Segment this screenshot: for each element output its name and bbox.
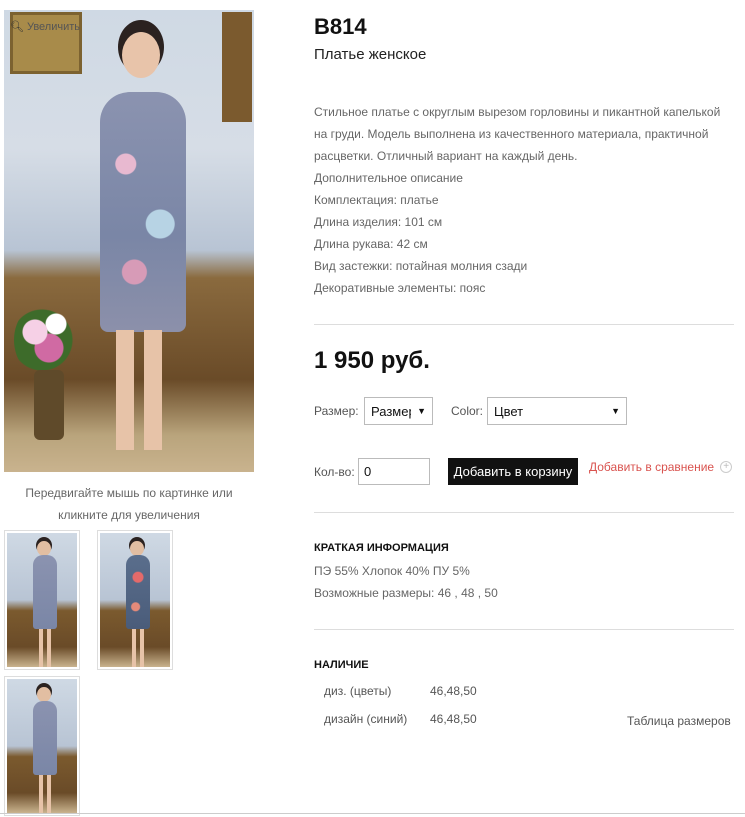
product-subtitle: Платье женское (314, 46, 427, 63)
flower-bouquet (14, 300, 84, 380)
color-label: Color: (451, 404, 484, 418)
composition: ПЭ 55% Хлопок 40% ПУ 5% (314, 564, 470, 578)
thumbnail-1[interactable] (4, 530, 80, 670)
add-to-compare-label: Добавить в сравнение (589, 460, 715, 474)
vase (34, 370, 64, 440)
model-legs (116, 330, 162, 450)
size-table-link[interactable]: Таблица размеров (627, 714, 731, 728)
model-head (122, 32, 160, 78)
zoom-link[interactable]: 🔍︎ Увеличить (10, 20, 81, 34)
description-line: на груди. Модель выполнена из качественн… (314, 127, 709, 141)
description-line: Стильное платье с округлым вырезом горло… (314, 105, 721, 119)
color-select[interactable]: Цвет ▼ (487, 397, 627, 425)
qty-label: Кол-во: (314, 465, 355, 479)
product-sku: B814 (314, 14, 367, 39)
plus-circle-icon: + (720, 461, 733, 473)
thumbnail-image (100, 533, 170, 667)
clock (222, 12, 252, 122)
main-product-image[interactable] (4, 10, 254, 472)
add-to-compare-link[interactable]: Добавить в сравнение + (589, 460, 733, 474)
color-select-value: Цвет (494, 403, 524, 419)
bottom-border (0, 813, 745, 814)
thumbnail-image (7, 533, 77, 667)
thumbnail-image (7, 679, 77, 813)
size-select[interactable]: Размер ▼ (364, 397, 433, 425)
brief-info-title: КРАТКАЯ ИНФОРМАЦИЯ (314, 542, 449, 554)
zoom-label-text: Увеличить (26, 20, 81, 33)
chevron-down-icon: ▼ (611, 406, 620, 416)
divider (314, 512, 734, 513)
product-description: Стильное платье с округлым вырезом горло… (314, 101, 734, 299)
product-price: 1 950 руб. (314, 347, 430, 374)
availability-variant-name: диз. (цветы) (324, 684, 392, 698)
thumbnail-2[interactable] (97, 530, 173, 670)
size-label: Размер: (314, 404, 359, 418)
dress (100, 92, 186, 332)
size-select-value: Размер (371, 403, 411, 419)
availability-title: НАЛИЧИЕ (314, 659, 369, 671)
divider (314, 629, 734, 630)
description-line: расцветки. Отличный вариант на каждый де… (314, 149, 578, 163)
availability-variant-sizes: 46,48,50 (430, 684, 477, 698)
quantity-input[interactable] (358, 458, 430, 485)
description-line: Длина рукава: 42 см (314, 237, 428, 251)
availability-variant-sizes: 46,48,50 (430, 712, 477, 726)
chevron-down-icon: ▼ (417, 406, 426, 416)
thumbnail-3[interactable] (4, 676, 80, 816)
divider (314, 324, 734, 325)
description-line: Декоративные элементы: пояс (314, 281, 486, 295)
availability-variant-name: дизайн (синий) (324, 712, 408, 726)
available-sizes: Возможные размеры: 46 , 48 , 50 (314, 586, 498, 600)
description-line: Длина изделия: 101 см (314, 215, 443, 229)
description-line: Вид застежки: потайная молния сзади (314, 259, 528, 273)
description-line: Комплектация: платье (314, 193, 439, 207)
description-line: Дополнительное описание (314, 171, 463, 185)
add-to-cart-button[interactable]: Добавить в корзину (448, 458, 578, 485)
zoom-hint: Передвигайте мышь по картинке или кликни… (25, 486, 233, 522)
search-icon: 🔍︎ (10, 21, 24, 33)
